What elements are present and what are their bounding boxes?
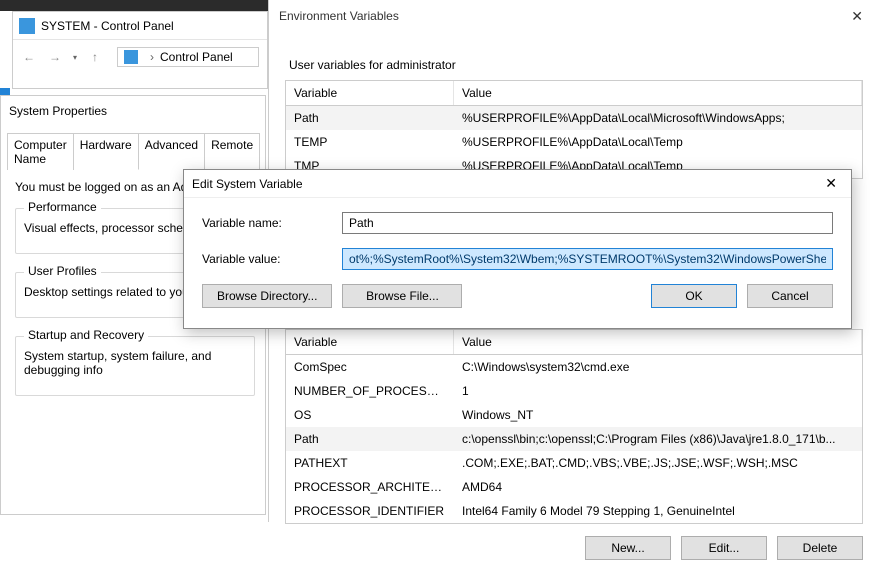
edit-dialog-title: Edit System Variable	[192, 177, 303, 191]
edit-dialog-titlebar: Edit System Variable ✕	[184, 170, 851, 198]
cell-variable: PROCESSOR_ARCHITECTURE	[286, 477, 454, 497]
col-value[interactable]: Value	[454, 330, 862, 354]
env-title: Environment Variables	[279, 9, 399, 23]
table-row[interactable]: PATHEXT.COM;.EXE;.BAT;.CMD;.VBS;.VBE;.JS…	[286, 451, 862, 475]
cell-value: 1	[454, 381, 862, 401]
tab-computer-name[interactable]: Computer Name	[7, 133, 74, 170]
tab-advanced[interactable]: Advanced	[138, 133, 205, 170]
edit-system-variable-dialog: Edit System Variable ✕ Variable name: Va…	[183, 169, 852, 329]
env-titlebar: Environment Variables ✕	[269, 0, 879, 32]
nav-up-icon[interactable]: ↑	[87, 49, 103, 65]
variable-name-label: Variable name:	[202, 216, 342, 230]
close-icon[interactable]: ✕	[819, 173, 843, 194]
browse-directory-button[interactable]: Browse Directory...	[202, 284, 332, 308]
system-vars-table[interactable]: Variable Value ComSpecC:\Windows\system3…	[285, 329, 863, 524]
cell-variable: PROCESSOR_IDENTIFIER	[286, 501, 454, 521]
cell-variable: OS	[286, 405, 454, 425]
startup-recovery-group-title: Startup and Recovery	[24, 328, 148, 342]
table-row[interactable]: Path%USERPROFILE%\AppData\Local\Microsof…	[286, 106, 862, 130]
cell-variable: NUMBER_OF_PROCESSORS	[286, 381, 454, 401]
cell-variable: TEMP	[286, 132, 454, 152]
user-profiles-group-title: User Profiles	[24, 264, 101, 278]
control-panel-title: SYSTEM - Control Panel	[41, 19, 174, 33]
user-vars-section-label: User variables for administrator	[289, 58, 863, 72]
cell-value: %USERPROFILE%\AppData\Local\Temp	[454, 132, 862, 152]
cell-variable: Path	[286, 429, 454, 449]
performance-group-title: Performance	[24, 200, 101, 214]
breadcrumb-item[interactable]: Control Panel	[160, 50, 233, 64]
table-row[interactable]: NUMBER_OF_PROCESSORS1	[286, 379, 862, 403]
col-value[interactable]: Value	[454, 81, 862, 105]
cell-variable: PATHEXT	[286, 453, 454, 473]
new-button[interactable]: New...	[585, 536, 671, 560]
delete-button[interactable]: Delete	[777, 536, 863, 560]
variable-value-label: Variable value:	[202, 252, 342, 266]
startup-recovery-text: System startup, system failure, and debu…	[24, 349, 246, 377]
breadcrumb[interactable]: › Control Panel	[117, 47, 259, 67]
cell-value: Windows_NT	[454, 405, 862, 425]
table-row[interactable]: ComSpecC:\Windows\system32\cmd.exe	[286, 355, 862, 379]
variable-value-input[interactable]	[342, 248, 833, 270]
cell-value: AMD64	[454, 477, 862, 497]
browse-file-button[interactable]: Browse File...	[342, 284, 462, 308]
nav-history-caret-icon[interactable]: ▾	[73, 53, 77, 62]
nav-forward-icon[interactable]: →	[47, 49, 63, 65]
nav-back-icon[interactable]: ←	[21, 49, 37, 65]
cell-value: .COM;.EXE;.BAT;.CMD;.VBS;.VBE;.JS;.JSE;.…	[454, 453, 862, 473]
control-panel-icon	[19, 18, 35, 34]
ok-button[interactable]: OK	[651, 284, 737, 308]
cell-value: Intel64 Family 6 Model 79 Stepping 1, Ge…	[454, 501, 862, 521]
table-row[interactable]: Pathc:\openssl\bin;c:\openssl;C:\Program…	[286, 427, 862, 451]
user-vars-header: Variable Value	[286, 81, 862, 106]
chevron-right-icon: ›	[150, 50, 154, 64]
explorer-nav-bar: ← → ▾ ↑ › Control Panel	[13, 40, 267, 74]
edit-button[interactable]: Edit...	[681, 536, 767, 560]
control-panel-window: SYSTEM - Control Panel ← → ▾ ↑ › Control…	[12, 11, 268, 89]
tab-hardware[interactable]: Hardware	[73, 133, 139, 170]
table-row[interactable]: PROCESSOR_IDENTIFIERIntel64 Family 6 Mod…	[286, 499, 862, 523]
table-row[interactable]: PROCESSOR_ARCHITECTUREAMD64	[286, 475, 862, 499]
table-row[interactable]: TEMP%USERPROFILE%\AppData\Local\Temp	[286, 130, 862, 154]
cell-variable: Path	[286, 108, 454, 128]
col-variable[interactable]: Variable	[286, 330, 454, 354]
tab-remote[interactable]: Remote	[204, 133, 260, 170]
col-variable[interactable]: Variable	[286, 81, 454, 105]
system-properties-title: System Properties	[1, 96, 265, 128]
system-properties-tabstrip: Computer Name Hardware Advanced Remote	[7, 132, 259, 170]
user-vars-table[interactable]: Variable Value Path%USERPROFILE%\AppData…	[285, 80, 863, 179]
cell-value: c:\openssl\bin;c:\openssl;C:\Program Fil…	[454, 429, 862, 449]
table-row[interactable]: OSWindows_NT	[286, 403, 862, 427]
system-vars-header: Variable Value	[286, 330, 862, 355]
control-panel-titlebar: SYSTEM - Control Panel	[13, 12, 267, 40]
close-icon[interactable]: ✕	[845, 6, 869, 27]
control-panel-path-icon	[124, 50, 138, 64]
cell-value: %USERPROFILE%\AppData\Local\Microsoft\Wi…	[454, 108, 862, 128]
variable-name-input[interactable]	[342, 212, 833, 234]
cancel-button[interactable]: Cancel	[747, 284, 833, 308]
cell-value: C:\Windows\system32\cmd.exe	[454, 357, 862, 377]
system-vars-button-row: New... Edit... Delete	[285, 536, 863, 560]
startup-recovery-groupbox: Startup and Recovery System startup, sys…	[15, 336, 255, 396]
cell-variable: ComSpec	[286, 357, 454, 377]
